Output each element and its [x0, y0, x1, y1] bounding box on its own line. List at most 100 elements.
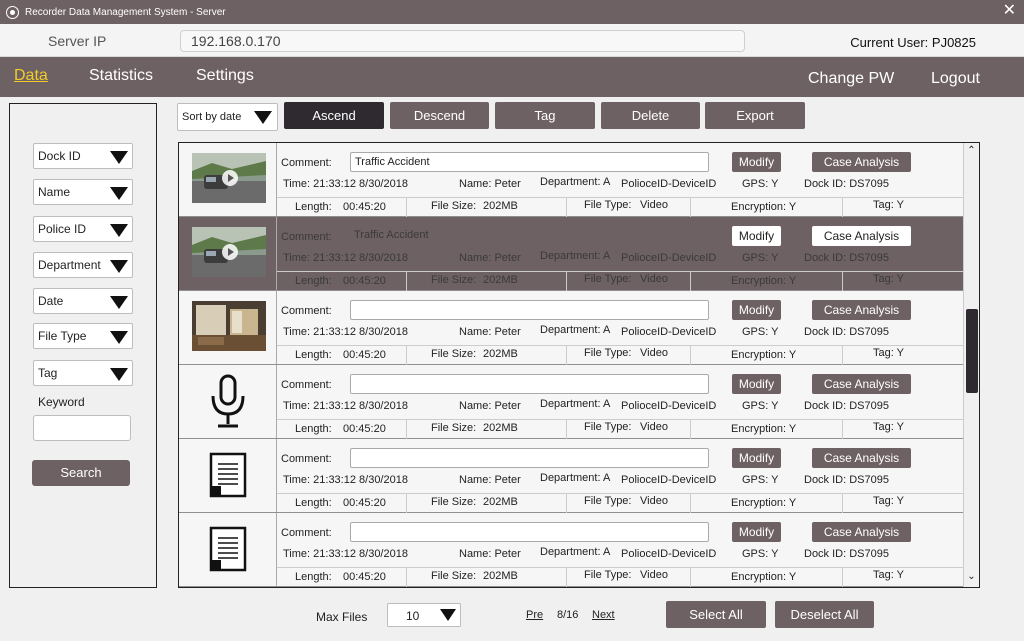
close-icon[interactable]: ✕	[1003, 2, 1016, 20]
comment-input[interactable]	[350, 300, 709, 320]
type-label: File Type:	[584, 199, 632, 211]
length-cell: Length: 00:45:20	[277, 420, 407, 439]
type-value: Video	[640, 347, 668, 359]
next-page-link[interactable]: Next	[592, 609, 615, 621]
record-tag: Tag: Y	[873, 273, 904, 285]
comment-input[interactable]	[350, 374, 709, 394]
name-select[interactable]: Name	[33, 179, 133, 205]
record-row[interactable]: Comment: Traffic Accident Modify Case Analy…	[179, 217, 963, 291]
comment-input[interactable]	[350, 522, 709, 542]
scrollbar[interactable]: ⌃ ⌄	[963, 143, 979, 587]
case-analysis-button[interactable]: Case Analysis	[812, 448, 911, 468]
nav-settings[interactable]: Settings	[196, 67, 254, 85]
length-cell: Length: 00:45:20	[277, 494, 407, 513]
nav-data[interactable]: Data	[14, 67, 48, 85]
tag-label: Tag	[38, 366, 58, 380]
department-select[interactable]: Department	[33, 252, 133, 278]
type-value: Video	[640, 421, 668, 433]
keyword-input[interactable]	[33, 415, 131, 441]
ascend-button[interactable]: Ascend	[284, 102, 384, 129]
play-icon[interactable]	[222, 244, 238, 260]
size-value: 202MB	[483, 570, 518, 582]
comment-input[interactable]	[350, 448, 709, 468]
encryption-cell: Encryption: Y	[691, 272, 843, 291]
case-analysis-button[interactable]: Case Analysis	[812, 226, 911, 246]
type-label: File Type:	[584, 273, 632, 285]
chevron-down-icon	[254, 111, 272, 124]
record-dock-id: Dock ID: DS7095	[804, 178, 889, 190]
record-row[interactable]: Comment: Modify Case Analysis Time: 21:33:1…	[179, 365, 963, 439]
type-cell: File Type: Video	[567, 346, 691, 365]
comment-input[interactable]: Traffic Accident	[350, 226, 709, 246]
sort-select[interactable]: Sort by date	[177, 103, 278, 131]
nav-statistics[interactable]: Statistics	[89, 67, 153, 85]
record-detail-row: Length: 00:45:20 File Size: 202MB File Type:…	[277, 271, 963, 291]
record-row[interactable]: Comment: Traffic Accident Modify Case Analy…	[179, 143, 963, 217]
length-label: Length:	[295, 423, 332, 435]
modify-button[interactable]: Modify	[732, 522, 781, 542]
export-button[interactable]: Export	[705, 102, 805, 129]
record-tag: Tag: Y	[873, 495, 904, 507]
select-all-button[interactable]: Select All	[666, 601, 766, 628]
photo-thumbnail[interactable]	[192, 301, 266, 351]
case-analysis-button[interactable]: Case Analysis	[812, 374, 911, 394]
scroll-thumb[interactable]	[966, 309, 978, 393]
dock-id-select[interactable]: Dock ID	[33, 143, 133, 169]
prev-page-link[interactable]: Pre	[526, 609, 543, 621]
type-value: Video	[640, 273, 668, 285]
case-analysis-button[interactable]: Case Analysis	[812, 152, 911, 172]
descend-button[interactable]: Descend	[390, 102, 489, 129]
search-button[interactable]: Search	[32, 460, 130, 486]
nav-change-pw[interactable]: Change PW	[808, 70, 894, 88]
max-files-label: Max Files	[316, 610, 368, 624]
delete-button[interactable]: Delete	[601, 102, 700, 129]
comment-label: Comment:	[281, 453, 332, 465]
type-cell: File Type: Video	[567, 198, 691, 217]
record-name: Name: Peter	[459, 400, 521, 412]
modify-button[interactable]: Modify	[732, 226, 781, 246]
app-icon	[6, 5, 19, 19]
record-device: PolioceID-DeviceID	[621, 474, 717, 486]
max-files-select[interactable]: 10	[387, 603, 461, 627]
record-list: Comment: Traffic Accident Modify Case Analy…	[178, 142, 980, 588]
record-row[interactable]: Comment: Modify Case Analysis Time: 21:33:1…	[179, 439, 963, 513]
size-cell: File Size: 202MB	[407, 198, 567, 217]
scroll-down-icon[interactable]: ⌄	[964, 571, 979, 585]
record-row[interactable]: Comment: Modify Case Analysis Time: 21:33:1…	[179, 513, 963, 587]
sort-label: Sort by date	[182, 111, 242, 123]
record-name: Name: Peter	[459, 474, 521, 486]
modify-button[interactable]: Modify	[732, 374, 781, 394]
scroll-up-icon[interactable]: ⌃	[964, 145, 979, 159]
play-icon[interactable]	[222, 170, 238, 186]
date-select[interactable]: Date	[33, 288, 133, 314]
modify-button[interactable]: Modify	[732, 152, 781, 172]
record-tag: Tag: Y	[873, 569, 904, 581]
file-type-select[interactable]: File Type	[33, 323, 133, 349]
size-label: File Size:	[431, 496, 477, 508]
police-id-select[interactable]: Police ID	[33, 216, 133, 242]
case-analysis-button[interactable]: Case Analysis	[812, 300, 911, 320]
server-ip-label: Server IP	[48, 33, 107, 49]
comment-label: Comment:	[281, 527, 332, 539]
record-row[interactable]: Comment: Modify Case Analysis Time: 21:33:1…	[179, 291, 963, 365]
tag-button[interactable]: Tag	[495, 102, 595, 129]
case-analysis-button[interactable]: Case Analysis	[812, 522, 911, 542]
modify-button[interactable]: Modify	[732, 448, 781, 468]
video-thumbnail[interactable]	[192, 227, 266, 277]
record-name: Name: Peter	[459, 178, 521, 190]
nav-logout[interactable]: Logout	[931, 70, 980, 88]
comment-input[interactable]: Traffic Accident	[350, 152, 709, 172]
microphone-icon	[208, 374, 248, 435]
record-department: Department: A	[540, 398, 611, 410]
chevron-down-icon	[440, 609, 456, 621]
modify-button[interactable]: Modify	[732, 300, 781, 320]
size-label: File Size:	[431, 200, 477, 212]
size-value: 202MB	[483, 422, 518, 434]
dock-id-label: Dock ID	[38, 149, 81, 163]
tag-cell: Tag: Y	[843, 420, 963, 439]
server-ip-field[interactable]: 192.168.0.170	[180, 30, 745, 52]
document-icon	[209, 526, 249, 579]
deselect-all-button[interactable]: Deselect All	[775, 601, 874, 628]
video-thumbnail[interactable]	[192, 153, 266, 203]
tag-select[interactable]: Tag	[33, 360, 133, 386]
